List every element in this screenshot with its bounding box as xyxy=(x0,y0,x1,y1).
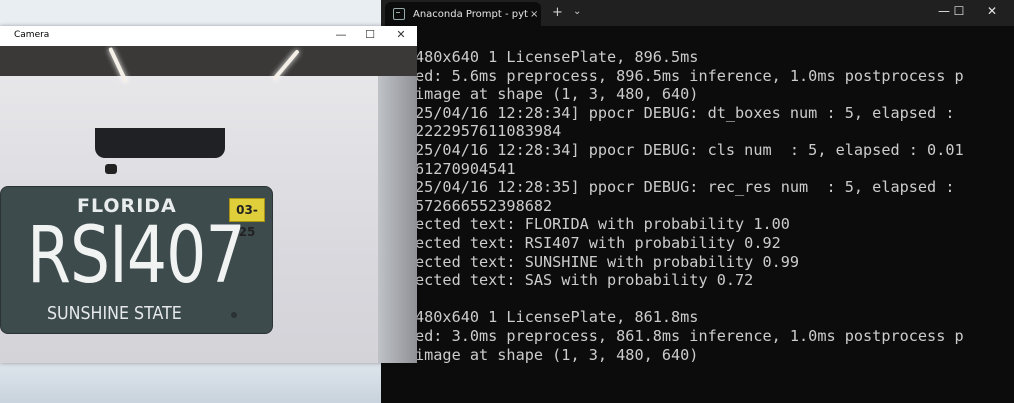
terminal-line: ected text: SAS with probability 0.72 xyxy=(415,271,754,290)
terminal-line: ed: 3.0ms preprocess, 861.8ms inference,… xyxy=(415,326,964,345)
camera-maximize-button[interactable]: ☐ xyxy=(355,28,385,41)
camera-close-button[interactable]: ✕ xyxy=(386,28,416,41)
terminal-line: 25/04/16 12:28:34] ppocr DEBUG: cls num … xyxy=(415,140,964,159)
camera-window[interactable]: Camera — ☐ ✕ FLORIDA 03-25 RSI407 SUNSHI… xyxy=(0,26,417,363)
terminal-output[interactable]: 480x640 1 LicensePlate, 896.5ms ed: 5.6ms… xyxy=(415,48,1014,388)
camera-titlebar[interactable]: Camera — ☐ ✕ xyxy=(0,26,417,46)
close-button[interactable]: ✕ xyxy=(977,4,1007,18)
terminal-titlebar[interactable]: Anaconda Prompt - python li × + ⌄ — ☐ ✕ xyxy=(381,0,1014,26)
terminal-line: 25/04/16 12:28:34] ppocr DEBUG: dt_boxes… xyxy=(415,103,955,122)
terminal-window[interactable]: Anaconda Prompt - python li × + ⌄ — ☐ ✕ … xyxy=(381,0,1014,403)
terminal-line: ed: 5.6ms preprocess, 896.5ms inference,… xyxy=(415,66,964,85)
desktop-background xyxy=(0,360,390,403)
terminal-icon xyxy=(393,8,405,20)
tab-dropdown-icon[interactable]: ⌄ xyxy=(573,6,581,17)
license-plate: FLORIDA 03-25 RSI407 SUNSHINE STATE xyxy=(0,186,273,334)
terminal-line: image at shape (1, 3, 480, 640) xyxy=(415,345,699,364)
camera-minimize-button[interactable]: — xyxy=(326,28,356,41)
terminal-line: 61270904541 xyxy=(415,159,516,178)
trunk-handle xyxy=(95,128,225,158)
plate-screw xyxy=(231,312,237,318)
car-edge xyxy=(378,76,417,363)
terminal-tab[interactable]: Anaconda Prompt - python li × xyxy=(385,2,541,26)
maximize-button[interactable]: ☐ xyxy=(944,4,974,18)
terminal-line: 480x640 1 LicensePlate, 896.5ms xyxy=(415,48,699,66)
terminal-line: 480x640 1 LicensePlate, 861.8ms xyxy=(415,308,699,327)
terminal-line: ected text: SUNSHINE with probability 0.… xyxy=(415,252,800,271)
plate-slogan-text: SUNSHINE STATE xyxy=(47,303,182,324)
plate-number-text: RSI407 xyxy=(27,211,246,301)
terminal-line: image at shape (1, 3, 480, 640) xyxy=(415,85,699,104)
terminal-scrollbar[interactable] xyxy=(999,28,1002,388)
terminal-line: 572666552398682 xyxy=(415,196,553,215)
terminal-line: ected text: FLORIDA with probability 1.0… xyxy=(415,215,790,234)
terminal-tab-title: Anaconda Prompt - python li xyxy=(413,8,528,20)
terminal-line: 2222957611083984 xyxy=(415,122,562,141)
tab-close-icon[interactable]: × xyxy=(530,9,538,20)
new-tab-button[interactable]: + xyxy=(552,5,563,20)
terminal-line: 25/04/16 12:28:35] ppocr DEBUG: rec_res … xyxy=(415,178,955,197)
trunk-lock xyxy=(105,164,117,174)
camera-window-title: Camera xyxy=(14,30,50,40)
terminal-line: ected text: RSI407 with probability 0.92 xyxy=(415,233,781,252)
camera-feed: FLORIDA 03-25 RSI407 SUNSHINE STATE xyxy=(0,46,417,363)
